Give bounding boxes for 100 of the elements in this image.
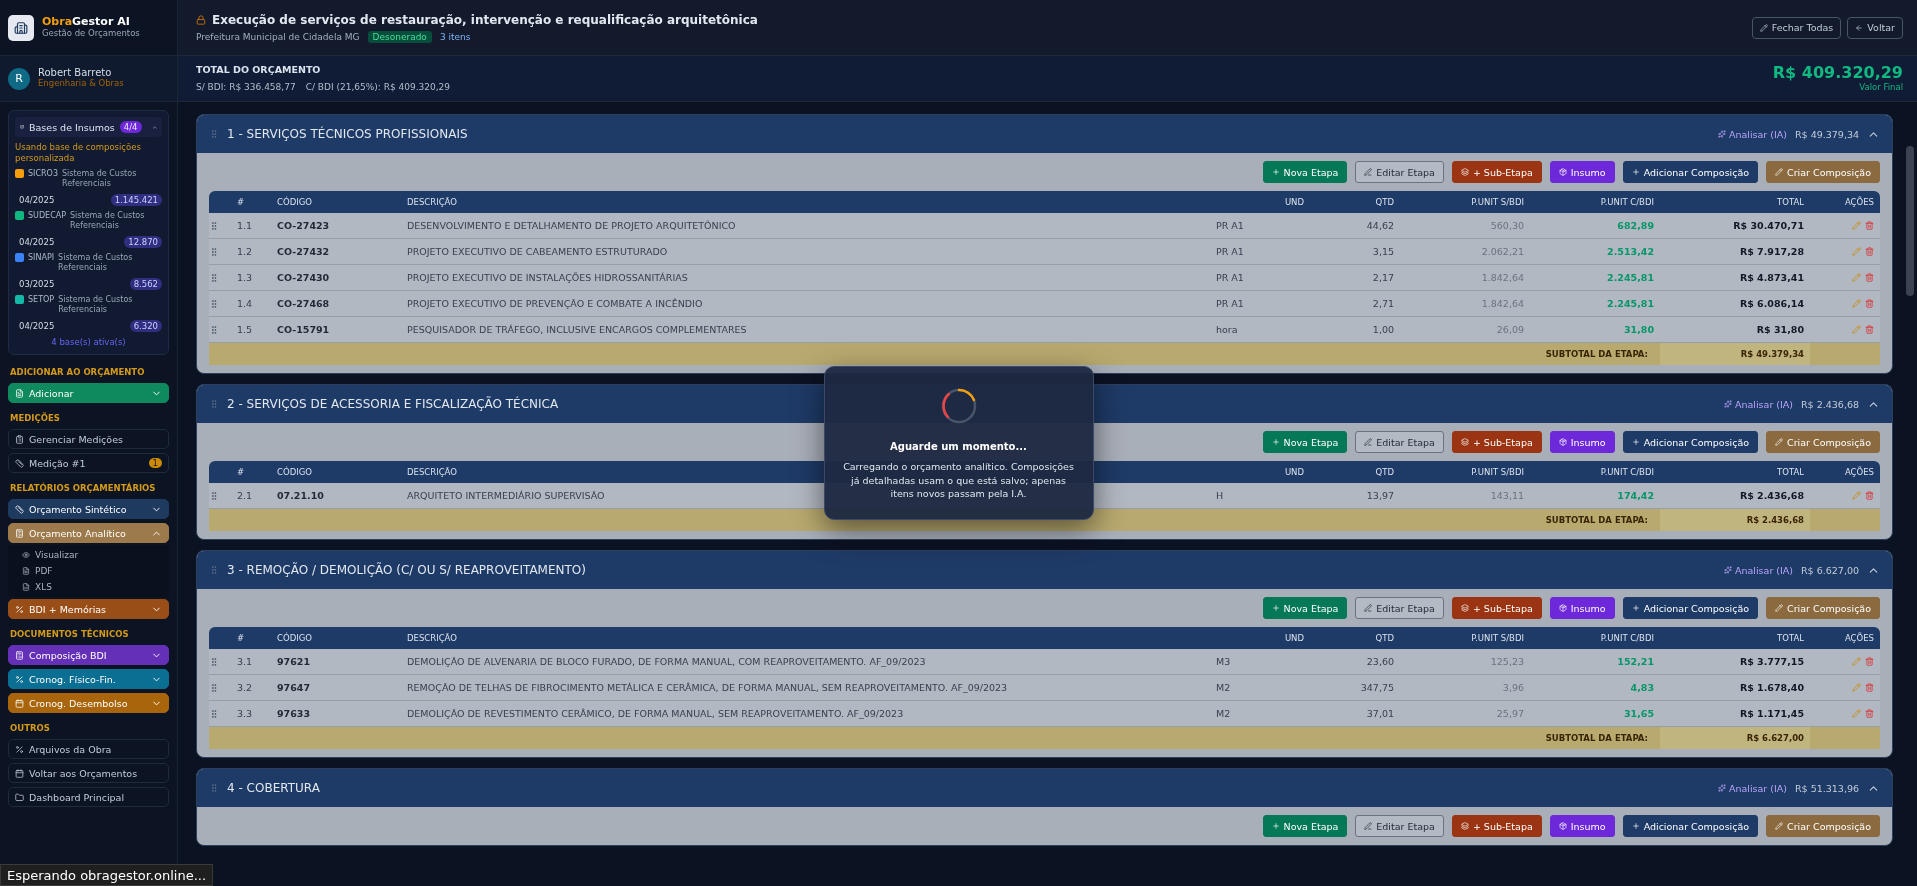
column-header: # [236,197,246,207]
section-title: 3 - REMOÇÃO / DEMOLIÇÃO (C/ OU S/ REAPROVEITAMENTO) [227,563,587,577]
count-badge: 4/4 [119,121,142,133]
base-description: Sistema de Custos Referenciais [61,169,138,190]
table-cell-text: R$ 3.777,15 [1738,656,1805,667]
base-date: 03/2025 [19,279,55,290]
subtotal-label: SUBTOTAL DA ETAPA: [1545,515,1649,525]
column-header: # [236,633,246,643]
table-cell-text: 682,89 [1616,220,1655,231]
column-header: # [236,467,246,477]
table-cell-text: ARQUITETO INTERMEDIÁRIO SUPERVISÃO [406,490,606,501]
total-with-bdi: C/ BDI (21,65%): R$ 409.320,29 [305,81,451,92]
table-cell-text: PROJETO EXECUTIVO DE CABEAMENTO ESTRUTURADO [406,246,669,257]
column-header: QTD [1374,633,1395,643]
brand-subtitle: Gestão de Orçamentos [42,28,140,40]
base-description: Sistema de Custos Referenciais [58,295,134,316]
column-header: P.UNIT C/BDI [1599,633,1655,643]
base-date: 04/2025 [19,321,55,332]
browser-status-bar: Esperando obragestor.online... [0,864,214,886]
base-name: SUDECAP [28,211,67,221]
table-cell-text: R$ 1.171,45 [1738,708,1805,719]
column-header: TOTAL [1776,197,1805,207]
table-cell-text: R$ 2.436,68 [1738,490,1805,501]
page-title: Execução de serviços de restauração, intervenção e requalificação arquitetônica [196,12,758,27]
base-date: 04/2025 [19,237,55,248]
column-header: UND [1283,197,1305,207]
column-header: P.UNIT C/BDI [1599,467,1655,477]
table-cell-text: REMOÇÃO DE TELHAS DE FIBROCIMENTO METÁLICA E CERÂMICA, DE FORMA MANUAL, SEM REAPROVEITAMENTO. AF_09/2023 [406,682,1009,693]
table-cell-text: 13,97 [1365,490,1395,501]
column-header: CÓDIGO [276,197,313,207]
subtotal-value: R$ 6.627,00 [1660,727,1810,749]
table-cell-text: 174,42 [1616,490,1655,501]
section-total: R$ 2.436,68 [1801,398,1859,410]
total-caption: Valor Final [1858,82,1903,94]
column-header: AÇÕES [1843,633,1875,643]
table-cell-text: CO-15791 [276,324,331,335]
table-cell-text: R$ 4.873,41 [1738,272,1805,283]
table-cell-text: 1.842,64 [1480,298,1525,309]
column-header: DESCRIÇÃO [406,467,458,477]
table-cell-text: H [1215,490,1225,501]
user-role: Engenharia & Obras [38,78,124,90]
column-header: P.UNIT S/BDI [1470,197,1525,207]
total-label: TOTAL DO ORÇAMENTO [196,63,322,75]
table-cell-text: 31,80 [1622,324,1655,335]
section-total: R$ 51.313,96 [1795,782,1859,794]
table-cell-text: R$ 31,80 [1755,324,1805,335]
column-header: P.UNIT S/BDI [1470,467,1525,477]
table-cell-text: PR A1 [1215,272,1245,283]
base-description: Sistema de Custos Referenciais [58,253,134,274]
avatar: R [8,67,30,90]
column-header: AÇÕES [1843,467,1875,477]
column-header: TOTAL [1776,467,1805,477]
table-cell-text: 1.842,64 [1480,272,1525,283]
table-cell-text: 152,21 [1616,656,1655,667]
client-name: Prefeitura Municipal de Cidadela MG [196,31,360,42]
table-cell-text: 1.1 [236,220,254,231]
table-cell-text: hora [1215,324,1239,335]
section-total: R$ 49.379,34 [1795,128,1859,140]
brand-name: ObraGestor AI [42,15,131,29]
dialog-message: Carregando o orçamento analítico. Composições já detalhadas usam o que está salvo; apenas itens novos passam pela I.A. [842,459,1075,502]
table-cell-text: 25,97 [1495,708,1525,719]
table-cell-text: 3.1 [236,656,254,667]
table-cell-text: 97621 [276,656,312,667]
table-cell-text: M2 [1215,682,1232,693]
table-cell-text: PR A1 [1215,298,1245,309]
total-without-bdi: S/ BDI: R$ 336.458,77 [196,81,296,92]
bases-footer: 4 base(s) ativa(s) [15,337,162,349]
table-cell-text: 3,15 [1371,246,1395,257]
table-cell-text: 2,17 [1371,272,1395,283]
table-cell-text: 37,01 [1365,708,1395,719]
table-cell-text: 1.3 [236,272,254,283]
table-cell-text: 07.21.10 [276,490,325,501]
table-cell-text: M2 [1215,708,1232,719]
table-cell-text: 1.5 [236,324,254,335]
table-cell-text: R$ 7.917,28 [1738,246,1805,257]
table-cell-text: R$ 1.678,40 [1738,682,1805,693]
base-description: Sistema de Custos Referenciais [70,211,146,232]
bases-note: Usando base de composições personalizada [15,142,142,165]
table-cell-text: DESENVOLVIMENTO E DETALHAMENTO DE PROJETO ARQUITETÔNICO [406,220,737,231]
group-heading: RELATÓRIOS ORÇAMENTÁRIOS [9,481,157,496]
table-cell-text: 97633 [276,708,312,719]
column-header: DESCRIÇÃO [406,197,458,207]
table-cell-text: CO-27468 [276,298,331,309]
subtotal-value: R$ 2.436,68 [1660,509,1810,531]
subtotal-label: SUBTOTAL DA ETAPA: [1545,349,1649,359]
count-badge: 1.145.421 [110,194,162,207]
base-name: SINAPI [28,253,55,263]
column-header: TOTAL [1776,633,1805,643]
table-cell-text: R$ 30.470,71 [1732,220,1805,231]
total-amount: R$ 409.320,29 [1772,63,1903,83]
column-header: P.UNIT C/BDI [1599,197,1655,207]
count-badge: 6.320 [129,320,162,333]
table-cell-text: R$ 6.086,14 [1738,298,1805,309]
section-title: 2 - SERVIÇOS DE ACESSORIA E FISCALIZAÇÃO TÉCNICA [227,397,560,411]
table-cell-text: 2.245,81 [1606,298,1655,309]
table-cell-text: 2.245,81 [1606,272,1655,283]
subtotal-value: R$ 49.379,34 [1660,343,1810,365]
user-name: Robert Barreto [38,67,113,79]
column-header: QTD [1374,197,1395,207]
table-cell-text: 1,00 [1371,324,1395,335]
